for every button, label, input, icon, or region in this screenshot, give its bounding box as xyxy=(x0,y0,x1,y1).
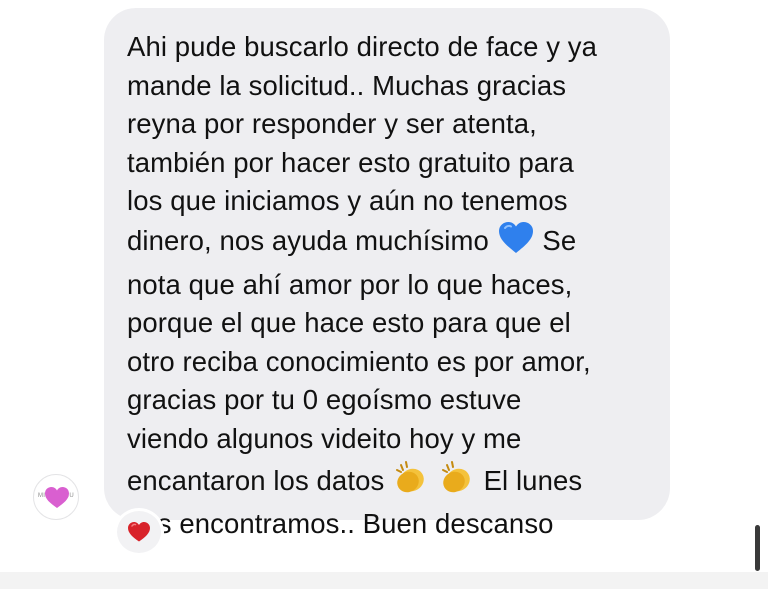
message-line: nota que ahí amor por lo que haces, xyxy=(127,268,573,300)
message-bubble[interactable]: Ahi pude buscarlo directo de face y ya m… xyxy=(104,8,670,539)
message-text: El lunes xyxy=(483,464,583,496)
message-line: gracias por tu 0 egoísmo estuve xyxy=(127,384,522,416)
message-line: mande la solicitud.. Muchas gracias xyxy=(127,69,567,101)
message-line: Ahi pude buscarlo directo de face y ya xyxy=(127,31,598,62)
reaction-badge[interactable] xyxy=(114,508,164,556)
blue-heart-icon xyxy=(498,221,534,266)
message-line: también por hacer esto gratuito para xyxy=(127,146,574,178)
message-line: porque el que hace esto para que el xyxy=(127,307,571,339)
message-line: dinero, nos ayuda muchísimo Se xyxy=(127,221,648,266)
bottom-bar xyxy=(0,572,768,589)
scrollbar[interactable] xyxy=(755,525,760,571)
avatar[interactable]: MIRESHA.U xyxy=(33,474,79,520)
message-line: otro reciba conocimiento es por amor, xyxy=(127,345,591,377)
message-line: encantaron los datos El lunes xyxy=(127,459,648,506)
pink-heart-icon xyxy=(44,486,70,515)
red-heart-icon xyxy=(128,522,150,542)
clapping-hands-icon xyxy=(393,459,429,506)
message-text: Se xyxy=(542,224,577,256)
message-line: los que iniciamos y aún no tenemos xyxy=(127,185,568,217)
message-line: viendo algunos videito hoy y me xyxy=(127,422,522,454)
message-text: dinero, nos ayuda muchísimo xyxy=(127,224,489,256)
chat-screen: Ahi pude buscarlo directo de face y ya m… xyxy=(0,0,768,589)
message-text: encantaron los datos xyxy=(127,464,385,496)
clapping-hands-icon xyxy=(439,459,475,506)
message-line: nos encontramos.. Buen descanso xyxy=(127,508,554,540)
message-line: reyna por responder y ser atenta, xyxy=(127,108,537,140)
